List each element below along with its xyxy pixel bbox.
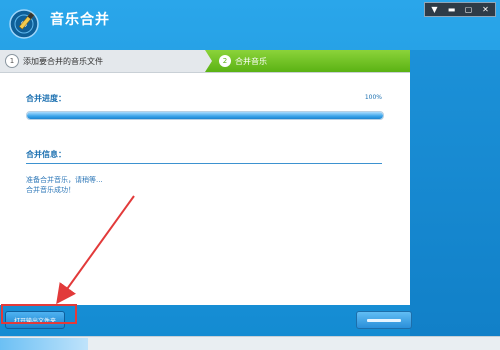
title-bar: 音乐合并 ▼ ▬ ▢ ✕ [0,0,500,46]
app-window: 音乐合并 ▼ ▬ ▢ ✕ 1 添加要合并的音乐文件 2 合并音乐 合并进度： 1… [0,0,500,350]
step-add-files[interactable]: 1 添加要合并的音乐文件 [0,50,205,72]
maximize-icon[interactable]: ▢ [461,4,476,15]
log-line: 合并音乐成功！ [26,186,75,194]
progress-percent: 100% [364,94,382,101]
wizard-steps: 1 添加要合并的音乐文件 2 合并音乐 [0,50,410,73]
step-label: 添加要合并的音乐文件 [23,56,103,66]
progress-bar [26,111,384,120]
log-line: 准备合并音乐，请稍等... [26,176,103,184]
window-side-panel [410,50,500,336]
annotation-highlight-box [1,304,77,324]
step-merge-music[interactable]: 2 合并音乐 [205,50,410,72]
divider [26,163,382,164]
progress-bar-fill [27,112,383,119]
app-subtitle [50,31,200,38]
step-number: 1 [5,54,19,68]
status-indicator [0,338,88,350]
minimize-icon[interactable]: ▬ [444,4,459,15]
finish-button[interactable] [356,311,412,329]
content-panel: 合并进度： 100% 合并信息： 准备合并音乐，请稍等... 合并音乐成功！ [0,73,410,305]
step-number: 2 [219,55,231,67]
music-merge-logo-icon [8,8,40,40]
chevron-down-icon[interactable]: ▼ [427,4,442,15]
app-title: 音乐合并 [50,12,110,28]
info-label: 合并信息： [26,150,66,159]
merge-log: 准备合并音乐，请稍等... 合并音乐成功！ [26,175,103,195]
finish-button-glyph [367,318,401,322]
progress-label: 合并进度： [26,94,66,103]
window-controls: ▼ ▬ ▢ ✕ [424,2,496,17]
close-icon[interactable]: ✕ [478,4,493,15]
step-label: 合并音乐 [235,56,267,66]
